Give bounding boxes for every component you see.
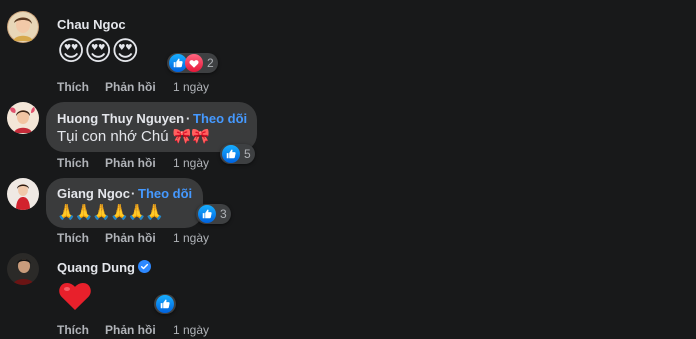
like-action[interactable]: Thích [57, 80, 89, 94]
comment-timestamp[interactable]: 1 ngày [173, 231, 209, 245]
reply-action[interactable]: Phản hồi [105, 156, 156, 170]
separator-dot: · [186, 111, 191, 126]
comment-text: 🙏🙏🙏🙏🙏🙏 [57, 204, 164, 221]
reaction-count: 2 [207, 56, 214, 70]
avatar-huong-thuy-nguyen[interactable] [7, 102, 39, 134]
like-action[interactable]: Thích [57, 156, 89, 170]
red-heart-emoji [59, 282, 91, 310]
like-icon [222, 145, 240, 163]
reaction-count: 3 [220, 207, 227, 221]
avatar-giang-ngoc[interactable] [7, 178, 39, 210]
reaction-summary[interactable] [154, 294, 176, 314]
heart-icon [185, 54, 203, 72]
separator-dot: · [131, 186, 136, 201]
comment-timestamp[interactable]: 1 ngày [173, 323, 209, 337]
reply-action[interactable]: Phản hồi [105, 80, 156, 94]
reaction-summary[interactable]: 5 [220, 144, 255, 164]
avatar-image [7, 102, 39, 134]
comment-text: Tụi con nhớ Chú 🎀🎀 [57, 128, 211, 145]
comment-author[interactable]: Huong Thuy Nguyen [57, 111, 184, 126]
reply-action[interactable]: Phản hồi [105, 231, 156, 245]
like-icon [156, 295, 174, 313]
comment-author[interactable]: Quang Dung [57, 260, 135, 275]
avatar-image [7, 253, 39, 285]
avatar-image [7, 11, 39, 43]
comment-text: 😍😍😍 [57, 36, 139, 66]
reply-action[interactable]: Phản hồi [105, 323, 156, 337]
comment-text: ❤ [57, 278, 93, 314]
reaction-summary[interactable]: 3 [196, 204, 231, 224]
avatar-chau-ngoc[interactable] [7, 11, 39, 43]
comment-author[interactable]: Chau Ngoc [57, 17, 126, 32]
avatar-image [7, 178, 39, 210]
like-action[interactable]: Thích [57, 231, 89, 245]
comment-timestamp[interactable]: 1 ngày [173, 80, 209, 94]
comment-timestamp[interactable]: 1 ngày [173, 156, 209, 170]
follow-link[interactable]: Theo dõi [193, 111, 247, 126]
reaction-count: 5 [244, 147, 251, 161]
like-action[interactable]: Thích [57, 323, 89, 337]
avatar-quang-dung[interactable] [7, 253, 39, 285]
follow-link[interactable]: Theo dõi [138, 186, 192, 201]
truncated-actions-above: · · [175, 0, 189, 4]
reaction-summary[interactable]: 2 [167, 53, 218, 73]
verified-badge-icon [138, 260, 151, 273]
like-icon [198, 205, 216, 223]
comment-author[interactable]: Giang Ngoc [57, 186, 130, 201]
